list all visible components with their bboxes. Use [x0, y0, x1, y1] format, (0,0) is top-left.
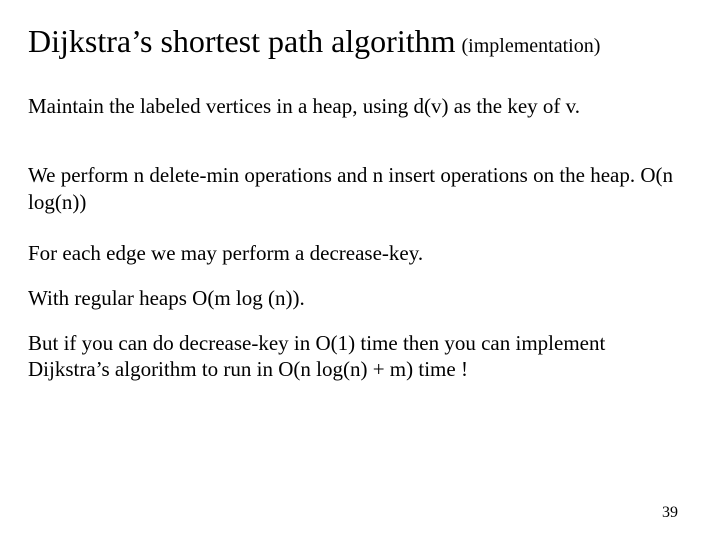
page-number: 39 — [662, 504, 678, 522]
paragraph-1: Maintain the labeled vertices in a heap,… — [28, 93, 688, 120]
title-row: Dijkstra’s shortest path algorithm (impl… — [28, 24, 692, 59]
slide: Dijkstra’s shortest path algorithm (impl… — [0, 0, 720, 540]
page-subtitle: (implementation) — [462, 35, 601, 57]
paragraph-5: But if you can do decrease-key in O(1) t… — [28, 330, 688, 384]
paragraph-3: For each edge we may perform a decrease-… — [28, 240, 688, 267]
paragraph-4: With regular heaps O(m log (n)). — [28, 285, 688, 312]
spacer — [28, 144, 692, 162]
paragraph-2: We perform n delete-min operations and n… — [28, 162, 688, 216]
page-title: Dijkstra’s shortest path algorithm — [28, 24, 456, 59]
